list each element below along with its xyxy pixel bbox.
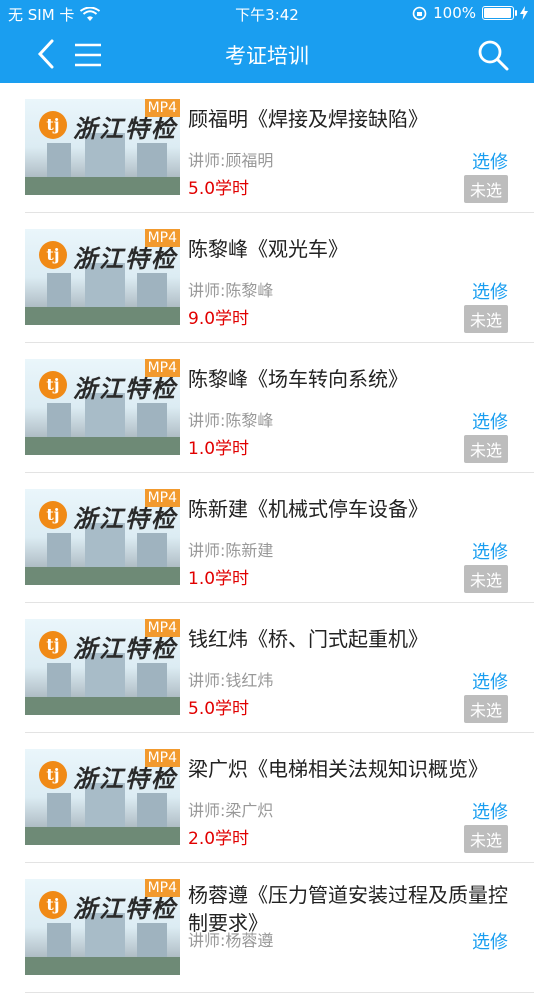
orientation-lock-icon — [412, 6, 427, 20]
selection-status-badge: 未选 — [463, 695, 508, 723]
format-badge: MP4 — [144, 359, 180, 377]
nav-bar: 考证培训 — [0, 28, 534, 83]
course-title[interactable]: 顾福明《焊接及焊接缺陷》 — [188, 105, 508, 133]
brand-logo: tj — [39, 631, 67, 659]
elective-button[interactable]: 选修 — [472, 538, 508, 564]
course-hours: 9.0学时 — [188, 309, 250, 329]
course-hours: 2.0学时 — [188, 829, 250, 849]
course-thumbnail[interactable]: tj 浙江特检 MP4 — [25, 619, 180, 715]
course-hours: 1.0学时 — [188, 569, 250, 589]
course-hours: 5.0学时 — [188, 179, 250, 199]
top-bar: 无 SIM 卡 下午3:42 100% 考证培训 — [0, 0, 534, 83]
elective-button[interactable]: 选修 — [472, 928, 508, 954]
format-badge: MP4 — [144, 489, 180, 507]
selection-status-badge: 未选 — [463, 435, 508, 463]
format-badge: MP4 — [144, 99, 180, 117]
course-hours: 1.0学时 — [188, 439, 250, 459]
course-thumbnail[interactable]: tj 浙江特检 MP4 — [25, 229, 180, 325]
brand-logo: tj — [39, 501, 67, 529]
course-item[interactable]: tj 浙江特检 MP4 杨蓉遵《压力管道安装过程及质量控制要求》 讲师:杨蓉遵 … — [25, 863, 534, 993]
course-teacher: 讲师:陈新建 — [188, 541, 274, 560]
brand-logo: tj — [39, 371, 67, 399]
format-badge: MP4 — [144, 619, 180, 637]
battery-percent: 100% — [433, 4, 476, 22]
course-item[interactable]: tj 浙江特检 MP4 陈黎峰《观光车》 讲师:陈黎峰 9.0学时 选修 未选 — [25, 213, 534, 343]
format-badge: MP4 — [144, 879, 180, 897]
course-thumbnail[interactable]: tj 浙江特检 MP4 — [25, 99, 180, 195]
elective-button[interactable]: 选修 — [472, 408, 508, 434]
battery-icon — [482, 6, 517, 20]
course-thumbnail[interactable]: tj 浙江特检 MP4 — [25, 359, 180, 455]
course-title[interactable]: 梁广炽《电梯相关法规知识概览》 — [188, 755, 508, 783]
selection-status-badge: 未选 — [463, 175, 508, 203]
course-teacher: 讲师:杨蓉遵 — [188, 931, 274, 950]
course-thumbnail[interactable]: tj 浙江特检 MP4 — [25, 749, 180, 845]
course-teacher: 讲师:陈黎峰 — [188, 411, 274, 430]
search-icon[interactable] — [476, 38, 510, 72]
course-item[interactable]: tj 浙江特检 MP4 梁广炽《电梯相关法规知识概览》 讲师:梁广炽 2.0学时… — [25, 733, 534, 863]
brand-logo: tj — [39, 111, 67, 139]
elective-button[interactable]: 选修 — [472, 798, 508, 824]
course-title[interactable]: 钱红炜《桥、门式起重机》 — [188, 625, 508, 653]
course-hours: 5.0学时 — [188, 699, 250, 719]
course-title[interactable]: 陈新建《机械式停车设备》 — [188, 495, 508, 523]
selection-status-badge: 未选 — [463, 825, 508, 853]
brand-logo: tj — [39, 241, 67, 269]
course-item[interactable]: tj 浙江特检 MP4 钱红炜《桥、门式起重机》 讲师:钱红炜 5.0学时 选修… — [25, 603, 534, 733]
course-teacher: 讲师:陈黎峰 — [188, 281, 274, 300]
course-thumbnail[interactable]: tj 浙江特检 MP4 — [25, 879, 180, 975]
elective-button[interactable]: 选修 — [472, 148, 508, 174]
course-teacher: 讲师:钱红炜 — [188, 671, 274, 690]
course-item[interactable]: tj 浙江特检 MP4 顾福明《焊接及焊接缺陷》 讲师:顾福明 5.0学时 选修… — [25, 83, 534, 213]
selection-status-badge: 未选 — [463, 565, 508, 593]
format-badge: MP4 — [144, 749, 180, 767]
elective-button[interactable]: 选修 — [472, 278, 508, 304]
format-badge: MP4 — [144, 229, 180, 247]
course-title[interactable]: 陈黎峰《场车转向系统》 — [188, 365, 508, 393]
course-list: tj 浙江特检 MP4 顾福明《焊接及焊接缺陷》 讲师:顾福明 5.0学时 选修… — [0, 83, 534, 993]
course-item[interactable]: tj 浙江特检 MP4 陈黎峰《场车转向系统》 讲师:陈黎峰 1.0学时 选修 … — [25, 343, 534, 473]
course-teacher: 讲师:顾福明 — [188, 151, 274, 170]
brand-logo: tj — [39, 891, 67, 919]
selection-status-badge: 未选 — [463, 305, 508, 333]
charging-icon — [520, 6, 528, 20]
course-thumbnail[interactable]: tj 浙江特检 MP4 — [25, 489, 180, 585]
page-title: 考证培训 — [225, 44, 309, 68]
course-title[interactable]: 陈黎峰《观光车》 — [188, 235, 508, 263]
course-item[interactable]: tj 浙江特检 MP4 陈新建《机械式停车设备》 讲师:陈新建 1.0学时 选修… — [25, 473, 534, 603]
course-teacher: 讲师:梁广炽 — [188, 801, 274, 820]
elective-button[interactable]: 选修 — [472, 668, 508, 694]
status-bar: 无 SIM 卡 下午3:42 100% — [0, 0, 534, 28]
brand-logo: tj — [39, 761, 67, 789]
